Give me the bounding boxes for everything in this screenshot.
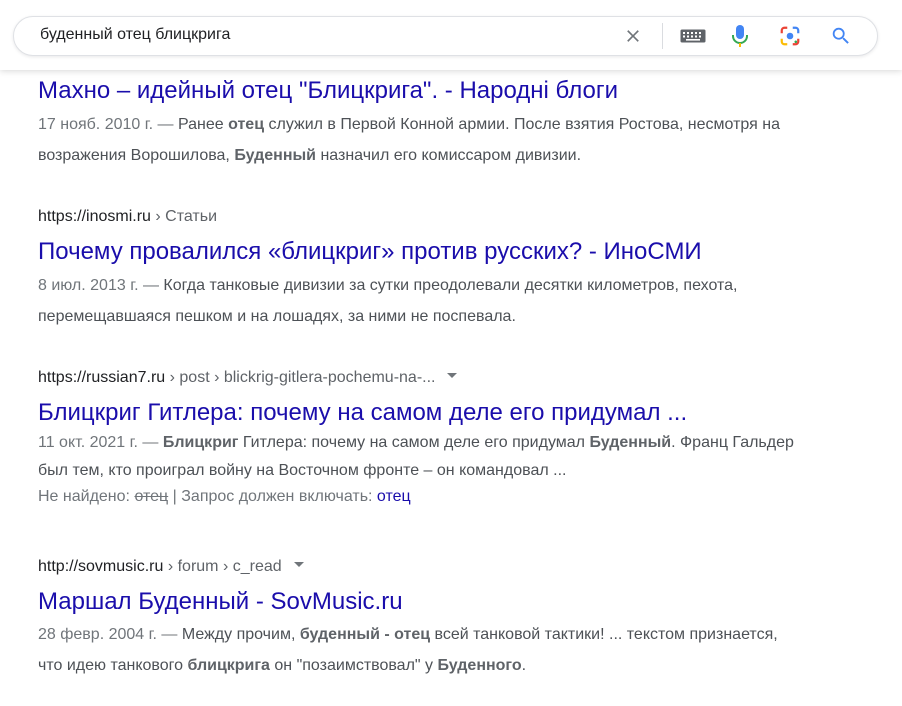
search-box[interactable]: буденный отец блицкрига (13, 16, 878, 56)
keyboard-icon[interactable] (679, 24, 707, 48)
result-snippet: 17 нояб. 2010 г. — Ранее отец служил в П… (38, 109, 798, 171)
result-snippet: 8 июл. 2013 г. — Когда танковые дивизии … (38, 270, 798, 332)
microphone-icon[interactable] (728, 24, 752, 48)
result-date: 11 окт. 2021 г. — (38, 434, 163, 451)
missing-word: отец (134, 488, 169, 505)
search-input[interactable]: буденный отец блицкрига (40, 26, 230, 44)
camera-lens-icon[interactable] (778, 24, 802, 48)
result-breadcrumb: › Статьи (150, 208, 218, 225)
chevron-down-icon[interactable] (293, 562, 304, 568)
result-title-link[interactable]: Блицкриг Гитлера: почему на самом деле е… (38, 398, 798, 428)
search-icon[interactable] (829, 24, 853, 48)
missing-terms: Не найдено: отец | Запрос должен включат… (38, 488, 411, 505)
must-include-link[interactable]: отец (377, 488, 411, 505)
search-divider (662, 23, 663, 49)
chevron-down-icon[interactable] (447, 373, 458, 379)
result-date: 17 нояб. 2010 г. — (38, 116, 178, 133)
result-date: 8 июл. 2013 г. — (38, 277, 164, 294)
search-result: Махно – идейный отец "Блицкрига". - Наро… (38, 76, 798, 171)
result-title-link[interactable]: Махно – идейный отец "Блицкрига". - Наро… (38, 76, 798, 106)
search-header: буденный отец блицкрига (0, 0, 902, 70)
search-result: https://inosmi.ru › Статьи Почему провал… (38, 207, 798, 332)
result-title-link[interactable]: Маршал Буденный - SovMusic.ru (38, 587, 798, 617)
result-title-link[interactable]: Почему провалился «блицкриг» против русс… (38, 237, 798, 267)
result-breadcrumb: › post › blickrig-gitlera-pochemu-na-... (165, 369, 436, 386)
close-icon[interactable] (621, 24, 645, 48)
search-result: http://sovmusic.ru › forum › c_read Марш… (38, 557, 798, 681)
result-date: 28 февр. 2004 г. — (38, 626, 182, 643)
result-url[interactable]: http://sovmusic.ru › forum › c_read (38, 557, 798, 577)
result-url[interactable]: https://russian7.ru › post › blickrig-gi… (38, 368, 798, 388)
search-result: https://russian7.ru › post › blickrig-gi… (38, 368, 798, 509)
result-url[interactable]: https://inosmi.ru › Статьи (38, 207, 798, 227)
result-breadcrumb: › forum › c_read (163, 558, 282, 575)
result-snippet: 11 окт. 2021 г. — Блицкриг Гитлера: поче… (38, 429, 798, 485)
result-snippet: 28 февр. 2004 г. — Между прочим, буденны… (38, 619, 798, 681)
